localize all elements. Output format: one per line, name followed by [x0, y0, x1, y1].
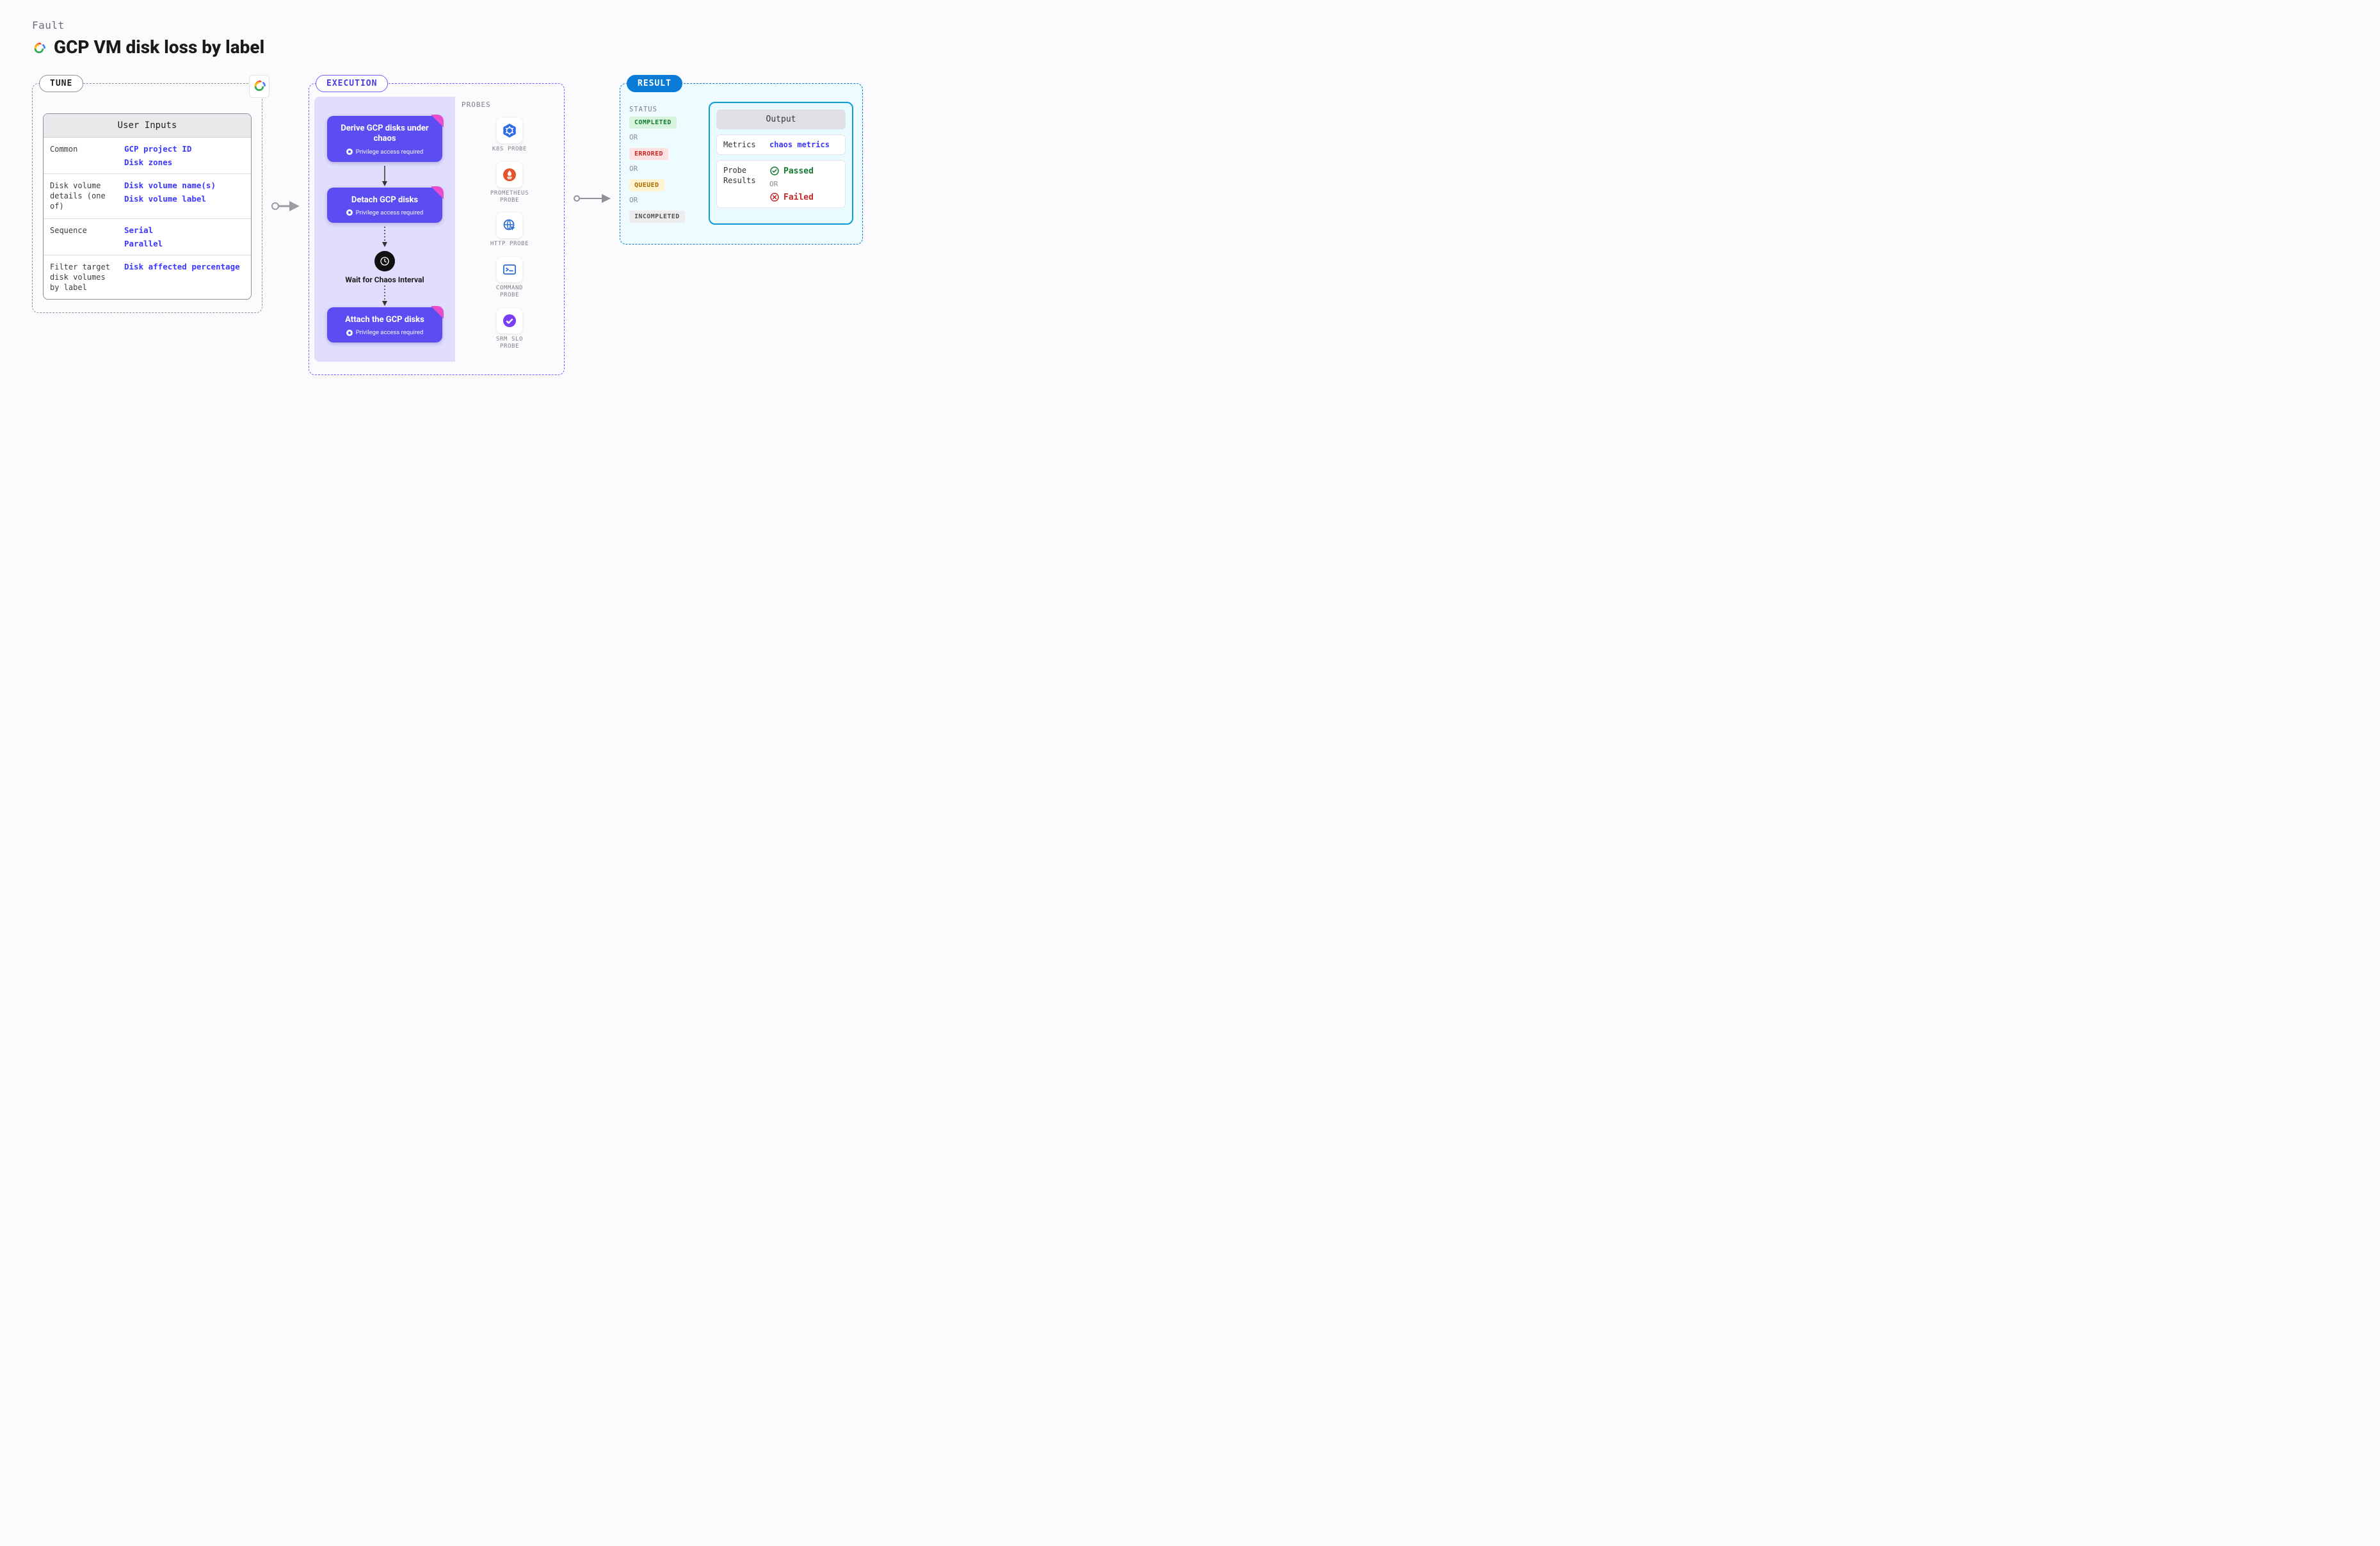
- prom-probe-icon: [497, 162, 522, 188]
- input-row-label: Disk volume details (one of): [44, 174, 119, 218]
- page-title: GCP VM disk loss by label: [54, 36, 264, 58]
- input-row: Filter target disk volumes by label Disk …: [44, 255, 251, 300]
- probe-item: COMMAND PROBE: [487, 257, 532, 303]
- input-row-values: Disk affected percentage: [119, 255, 251, 300]
- result-pill: RESULT: [627, 75, 682, 92]
- status-column: STATUS COMPLETED OR ERRORED OR QUEUED OR INCOM…: [629, 102, 700, 225]
- input-value: Parallel: [124, 239, 246, 248]
- probe-name: HTTP PROBE: [487, 241, 532, 248]
- input-value: Serial: [124, 225, 246, 235]
- privilege-icon: [346, 209, 353, 216]
- gcp-logo-icon: [32, 40, 46, 54]
- status-badge: INCOMPLETED: [629, 211, 685, 223]
- probe-result-failed: Failed: [769, 192, 814, 202]
- probe-item: SRM SLO PROBE: [487, 308, 532, 354]
- input-value: Disk volume name(s): [124, 181, 246, 190]
- arrow-execution-to-result: [574, 192, 611, 205]
- step-title: Detach GCP disks: [334, 195, 436, 205]
- output-card: Output Metrics chaos metrics Probe Resul…: [709, 102, 853, 225]
- execution-pill: EXECUTION: [316, 75, 388, 92]
- metrics-label: Metrics: [723, 140, 762, 149]
- output-probe-results-row: Probe Results Passed OR Failed: [716, 160, 846, 208]
- input-value: Disk zones: [124, 157, 246, 167]
- output-metrics-row: Metrics chaos metrics: [716, 134, 846, 155]
- execution-step: Attach the GCP disks Privilege access req…: [327, 307, 442, 342]
- input-row-label: Sequence: [44, 219, 119, 255]
- probe-name: K8S PROBE: [487, 146, 532, 153]
- input-row-values: Disk volume name(s) Disk volume label: [119, 174, 251, 218]
- status-or: OR: [629, 133, 700, 141]
- probe-name: PROMETHEUS PROBE: [487, 190, 532, 204]
- probe-name: COMMAND PROBE: [487, 285, 532, 299]
- input-row-values: GCP project ID Disk zones: [119, 138, 251, 173]
- execution-steps-column: Derive GCP disks under chaos Privilege ac…: [314, 97, 455, 362]
- step-title: Derive GCP disks under chaos: [334, 124, 436, 145]
- status-badge: COMPLETED: [629, 117, 677, 129]
- flow-arrow-icon: [327, 286, 442, 307]
- slo-probe-icon: [497, 308, 522, 334]
- result-panel: RESULT STATUS COMPLETEDORERROREDORQUEUED…: [620, 83, 863, 245]
- input-value: Disk volume label: [124, 194, 246, 204]
- breadcrumb: Fault: [32, 19, 2348, 31]
- input-row-values: Serial Parallel: [119, 219, 251, 255]
- probe-results-label: Probe Results: [723, 166, 762, 186]
- user-inputs-card: User Inputs Common GCP project ID Disk zon…: [43, 113, 252, 300]
- probes-title: PROBES: [462, 101, 558, 109]
- k8s-probe-icon: [497, 118, 522, 143]
- probe-result-or: OR: [769, 180, 814, 188]
- probe-result-passed: Passed: [769, 166, 814, 176]
- input-row-label: Common: [44, 138, 119, 173]
- step-title: Attach the GCP disks: [334, 315, 436, 325]
- execution-panel: EXECUTION Derive GCP disks under chaosPr…: [309, 83, 565, 375]
- probe-item: HTTP PROBE: [487, 213, 532, 252]
- output-header: Output: [716, 109, 846, 129]
- user-inputs-header: User Inputs: [44, 114, 251, 138]
- http-probe-icon: [497, 213, 522, 238]
- input-row-label: Filter target disk volumes by label: [44, 255, 119, 300]
- probe-item: PROMETHEUS PROBE: [487, 162, 532, 208]
- title-row: GCP VM disk loss by label: [32, 36, 2348, 58]
- execution-step: Derive GCP disks under chaos Privilege ac…: [327, 116, 442, 162]
- wait-block: Wait for Chaos Interval: [327, 251, 442, 284]
- tune-pill: TUNE: [39, 75, 83, 92]
- execution-step: Detach GCP disks Privilege access require…: [327, 188, 442, 223]
- wait-label: Wait for Chaos Interval: [345, 275, 424, 284]
- step-subtitle: Privilege access required: [334, 209, 436, 216]
- probes-column: PROBES K8S PROBE PROMETHEUS PROBE HTTP PRO…: [455, 93, 564, 362]
- tune-panel: TUNE User Inputs CommonGCP project IDDis…: [32, 83, 262, 313]
- clock-icon: [374, 251, 395, 271]
- metrics-value: chaos metrics: [769, 140, 830, 149]
- input-value: Disk affected percentage: [124, 262, 246, 271]
- status-badge: QUEUED: [629, 179, 664, 191]
- step-subtitle: Privilege access required: [334, 149, 436, 156]
- status-badge: ERRORED: [629, 148, 668, 160]
- probe-item: K8S PROBE: [487, 118, 532, 157]
- probe-name: SRM SLO PROBE: [487, 336, 532, 350]
- gcp-corner-icon: [249, 75, 269, 98]
- status-or: OR: [629, 165, 700, 173]
- status-title: STATUS: [629, 106, 700, 113]
- input-row: Common GCP project ID Disk zones: [44, 138, 251, 173]
- privilege-icon: [346, 330, 353, 336]
- arrow-tune-to-execution: [271, 192, 300, 220]
- flow-arrow-icon: [327, 166, 442, 188]
- input-value: GCP project ID: [124, 144, 246, 154]
- step-subtitle: Privilege access required: [334, 329, 436, 336]
- input-row: Disk volume details (one of)Disk volume …: [44, 173, 251, 218]
- cmd-probe-icon: [497, 257, 522, 282]
- flow-arrow-icon: [327, 227, 442, 248]
- privilege-icon: [346, 149, 353, 155]
- status-or: OR: [629, 196, 700, 204]
- input-row: Sequence Serial Parallel: [44, 218, 251, 255]
